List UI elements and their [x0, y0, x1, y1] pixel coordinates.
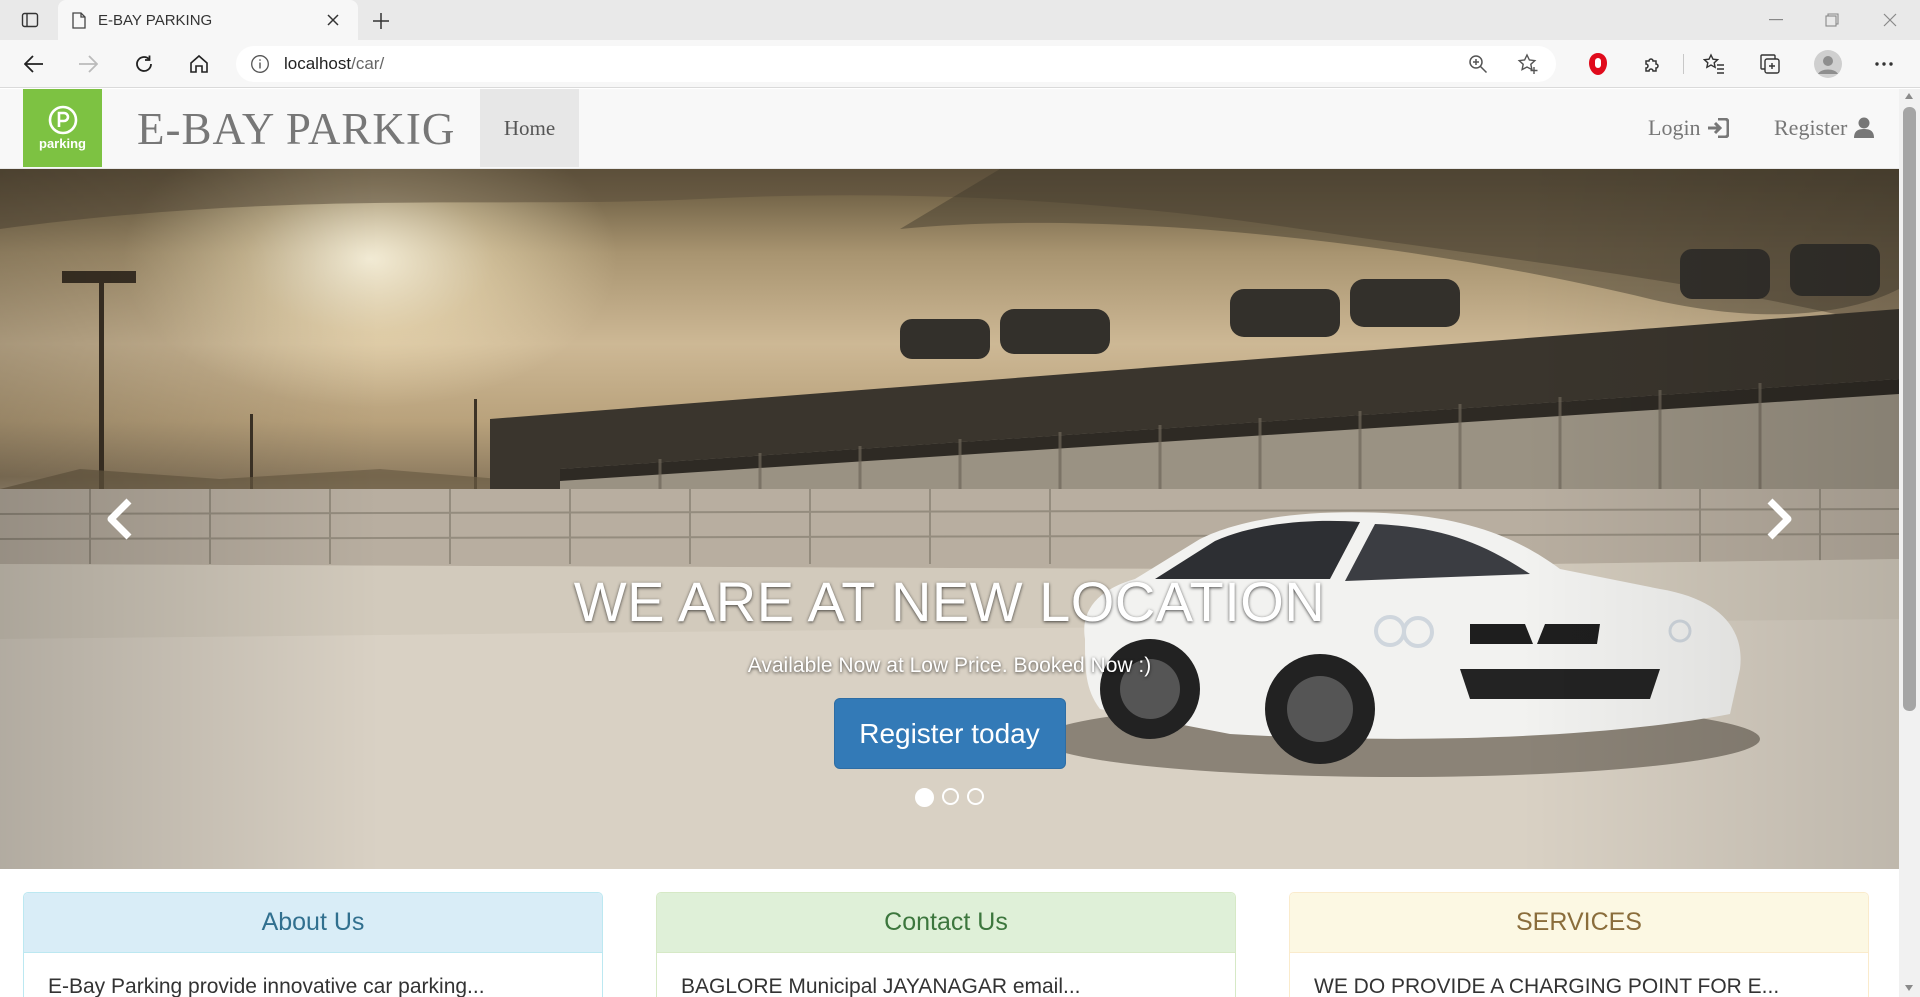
- tab-title: E-BAY PARKING: [98, 11, 213, 29]
- url-host: localhost: [284, 54, 352, 73]
- services-panel: SERVICES WE DO PROVIDE A CHARGING POINT …: [1289, 892, 1869, 997]
- extensions-icon[interactable]: [1637, 48, 1669, 80]
- about-us-body: E-Bay Parking provide innovative car par…: [48, 975, 485, 997]
- adblock-extension-icon[interactable]: [1582, 48, 1614, 80]
- add-favorite-icon[interactable]: [1514, 50, 1542, 78]
- register-label: Register: [1774, 115, 1848, 140]
- forward-icon[interactable]: [72, 48, 104, 80]
- url-path: /car/: [351, 54, 385, 73]
- services-heading: SERVICES: [1290, 893, 1868, 953]
- favorites-icon[interactable]: [1698, 48, 1730, 80]
- scroll-up-icon[interactable]: [1905, 93, 1913, 99]
- contact-us-body: BAGLORE Municipal JAYANAGAR email...: [681, 975, 1081, 997]
- new-tab-icon[interactable]: [368, 8, 394, 34]
- services-body: WE DO PROVIDE A CHARGING POINT FOR E...: [1314, 975, 1780, 997]
- url-text[interactable]: localhost/car/: [284, 54, 1458, 74]
- register-today-button[interactable]: Register today: [833, 698, 1066, 769]
- browser-toolbar: localhost/car/: [0, 40, 1920, 88]
- user-icon: [1854, 117, 1875, 138]
- address-bar[interactable]: localhost/car/: [236, 46, 1556, 82]
- site-navbar: parking E-BAY PARKIG Home Login Register: [0, 89, 1899, 169]
- more-options-icon[interactable]: [1868, 48, 1900, 80]
- carousel-indicator-2[interactable]: [942, 788, 959, 805]
- home-icon[interactable]: [183, 48, 215, 80]
- caption-title: WE ARE AT NEW LOCATION: [573, 570, 1326, 633]
- page-icon: [72, 11, 86, 29]
- site-logo[interactable]: parking: [23, 89, 102, 167]
- login-label: Login: [1648, 115, 1701, 140]
- site-info-icon[interactable]: [250, 54, 270, 74]
- login-icon: [1707, 118, 1729, 138]
- refresh-icon[interactable]: [128, 48, 160, 80]
- profile-avatar-icon[interactable]: [1812, 48, 1844, 80]
- close-tab-icon[interactable]: [322, 9, 344, 31]
- back-icon[interactable]: [18, 48, 50, 80]
- chevron-right-icon: [1767, 498, 1792, 540]
- browser-tab[interactable]: E-BAY PARKING: [58, 0, 358, 40]
- close-window-icon[interactable]: [1870, 6, 1910, 34]
- page-scrollbar[interactable]: [1899, 89, 1920, 997]
- toolbar-separator: [1683, 54, 1684, 74]
- page-viewport: parking E-BAY PARKIG Home Login Register: [0, 89, 1899, 997]
- parking-p-icon: [48, 105, 77, 135]
- nav-login[interactable]: Login: [1648, 89, 1729, 167]
- browser-tab-bar: E-BAY PARKING: [0, 0, 1920, 40]
- zoom-icon[interactable]: [1464, 50, 1492, 78]
- brand-title[interactable]: E-BAY PARKIG: [137, 103, 455, 155]
- carousel-indicators: [0, 788, 1899, 807]
- about-us-panel: About Us E-Bay Parking provide innovativ…: [23, 892, 603, 997]
- chevron-left-icon: [107, 498, 132, 540]
- hero-carousel: WE ARE AT NEW LOCATION Available Now at …: [0, 169, 1899, 869]
- minimize-icon[interactable]: [1756, 6, 1796, 34]
- caption-subtitle: Available Now at Low Price. Booked Now :…: [747, 654, 1152, 677]
- collections-icon[interactable]: [1754, 48, 1786, 80]
- carousel-caption: WE ARE AT NEW LOCATION Available Now at …: [0, 569, 1899, 769]
- restore-icon[interactable]: [1812, 6, 1852, 34]
- logo-text: parking: [39, 136, 86, 151]
- tab-actions-icon[interactable]: [16, 8, 44, 32]
- scroll-down-icon[interactable]: [1905, 985, 1913, 991]
- carousel-indicator-1[interactable]: [915, 788, 934, 807]
- scroll-thumb[interactable]: [1903, 107, 1916, 711]
- nav-register[interactable]: Register: [1774, 89, 1875, 167]
- about-us-heading: About Us: [24, 893, 602, 953]
- nav-home[interactable]: Home: [480, 89, 579, 167]
- carousel-indicator-3[interactable]: [967, 788, 984, 805]
- contact-us-panel: Contact Us BAGLORE Municipal JAYANAGAR e…: [656, 892, 1236, 997]
- contact-us-heading: Contact Us: [657, 893, 1235, 953]
